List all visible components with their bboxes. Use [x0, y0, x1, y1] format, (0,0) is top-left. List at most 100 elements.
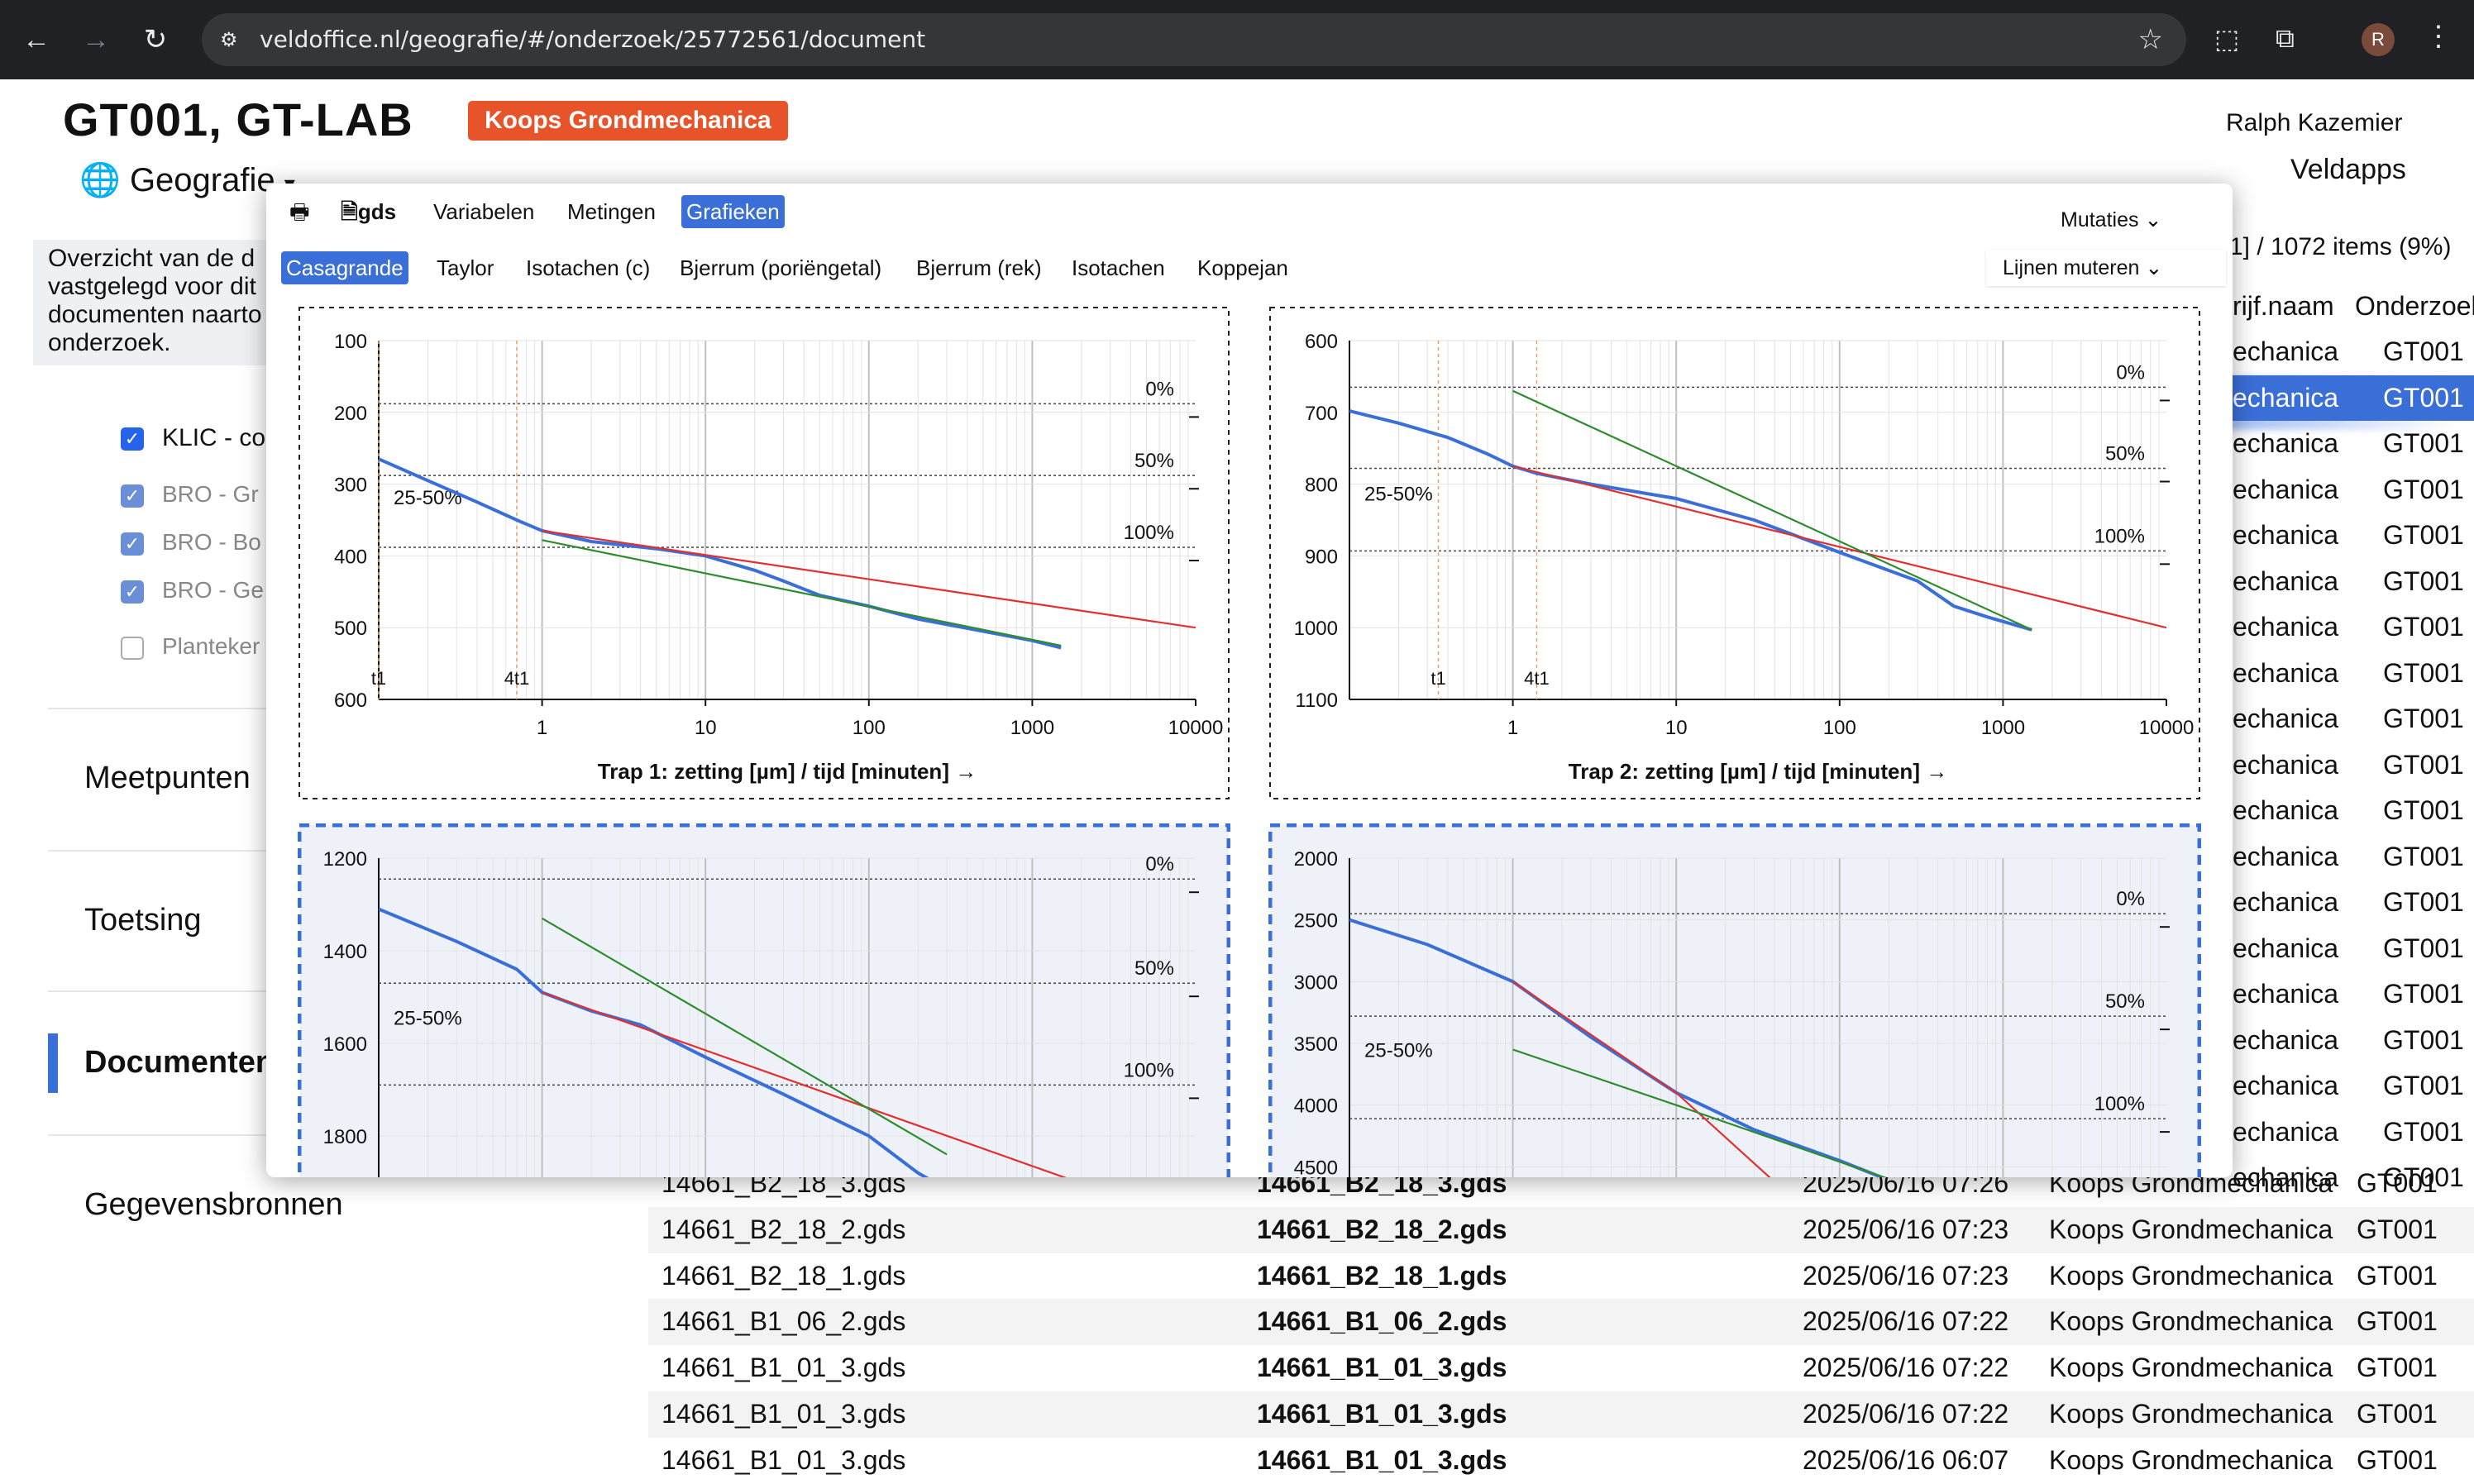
column-header-company[interactable]: rijf.naam — [2233, 291, 2334, 322]
onderzoek-cell: GT001 — [2383, 428, 2464, 458]
layer-label: BRO - Bo — [162, 529, 261, 555]
table-row[interactable]: echanica GT001 — [2233, 1063, 2474, 1109]
back-icon[interactable]: ← — [18, 21, 55, 58]
table-row[interactable]: 14661_B1_06_2.gds 14661_B1_06_2.gds 2025/0… — [648, 1299, 2474, 1346]
chart-trap-3[interactable]: 1200 1400 1600 1800 0% 50% 100% 25-50% — [297, 823, 1231, 1177]
table-row[interactable]: echanica GT001 — [2233, 329, 2474, 375]
tab-koppejan[interactable]: Koppejan — [1192, 251, 1293, 284]
range-label: 25-50% — [394, 1008, 462, 1030]
tab-variabelen[interactable]: Variabelen — [428, 195, 539, 228]
percent-label: 50% — [1134, 450, 1174, 472]
range-label: 25-50% — [1364, 484, 1433, 506]
company-cell: Koops Grondmechanica — [2049, 1214, 2333, 1244]
user-name[interactable]: Ralph Kazemier — [2226, 109, 2402, 137]
y-tick-label: 1200 — [323, 848, 367, 871]
mutaties-dropdown[interactable]: Mutaties ⌄ — [2044, 202, 2179, 238]
company-cell: echanica — [2233, 336, 2339, 366]
document-table: 14661_B2_18_3.gds 14661_B2_18_3.gds 2025/0… — [648, 1161, 2474, 1484]
modal-tabs: 🖶 🗎gds Variabelen Metingen Grafieken — [266, 195, 2233, 236]
table-row[interactable]: echanica GT001 — [2233, 742, 2474, 789]
tab-bjerrum-porie[interactable]: Bjerrum (poriëngetal) — [675, 251, 886, 284]
sidebar-item-meetpunten[interactable]: Meetpunten — [84, 761, 251, 796]
table-row[interactable]: 14661_B1_01_3.gds 14661_B1_01_3.gds 2025/0… — [648, 1438, 2474, 1484]
y-tick-label: 600 — [334, 690, 367, 712]
percent-label: 0% — [1145, 853, 1174, 876]
table-row[interactable]: echanica GT001 — [2233, 559, 2474, 605]
x-tick-label: 100 — [1823, 717, 1856, 739]
address-bar[interactable]: ⚙ veldoffice.nl/geografie/#/onderzoek/25… — [202, 13, 2186, 66]
table-row[interactable]: echanica GT001 — [2233, 375, 2474, 421]
print-icon[interactable]: 🖶 — [284, 195, 315, 228]
mutaties-label: Mutaties — [2061, 208, 2139, 231]
checkbox-checked-icon[interactable]: ✓ — [121, 484, 144, 508]
table-row[interactable]: echanica GT001 — [2233, 1109, 2474, 1156]
tab-isotachen[interactable]: Isotachen — [1067, 251, 1170, 284]
company-cell: echanica — [2233, 474, 2339, 504]
app-name[interactable]: Veldapps — [2290, 154, 2406, 186]
table-row[interactable]: echanica GT001 — [2233, 513, 2474, 559]
table-row[interactable]: 14661_B2_18_2.gds 14661_B2_18_2.gds 2025/0… — [648, 1206, 2474, 1253]
y-tick-label: 1400 — [323, 941, 367, 963]
layer-item[interactable]: ✓ BRO - Gr — [121, 476, 259, 513]
table-row[interactable]: 14661_B1_01_3.gds 14661_B1_01_3.gds 2025/0… — [648, 1391, 2474, 1438]
checkbox-unchecked-icon[interactable] — [121, 636, 144, 660]
table-row[interactable]: echanica GT001 — [2233, 834, 2474, 880]
site-info-icon[interactable]: ⚙ — [220, 28, 243, 51]
x-tick-label: 10 — [695, 717, 717, 739]
percent-label: 0% — [2116, 888, 2145, 910]
table-row[interactable]: 14661_B2_18_1.gds 14661_B2_18_1.gds 2025/0… — [648, 1253, 2474, 1300]
tab-grafieken[interactable]: Grafieken — [681, 195, 785, 228]
onderzoek-cell: GT001 — [2383, 887, 2464, 917]
chart-trap-4[interactable]: 2000 2500 3000 3500 4000 4500 0% 50% 100% 25-50% — [1268, 823, 2202, 1177]
file-cell: 14661_B1_01_3.gds — [661, 1398, 906, 1429]
table-row[interactable]: echanica GT001 — [2233, 696, 2474, 742]
table-row[interactable]: echanica GT001 — [2233, 604, 2474, 651]
url-text[interactable]: veldoffice.nl/geografie/#/onderzoek/2577… — [260, 13, 925, 66]
tab-bjerrum-rek[interactable]: Bjerrum (rek) — [911, 251, 1047, 284]
checkbox-checked-icon[interactable]: ✓ — [121, 427, 144, 451]
column-header-onderzoek[interactable]: Onderzoek — [2355, 291, 2474, 322]
sidebar-item-toetsing[interactable]: Toetsing — [84, 903, 202, 938]
table-row[interactable]: echanica GT001 — [2233, 467, 2474, 513]
tab-casagrande[interactable]: Casagrande — [281, 251, 408, 284]
x-tick-label: 100 — [853, 717, 886, 739]
layer-item[interactable]: ✓ BRO - Bo — [121, 524, 261, 561]
tab-gds[interactable]: 🗎gds — [336, 195, 401, 228]
profile-avatar[interactable]: R — [2362, 23, 2395, 56]
geografie-menu[interactable]: 🌐 Geografie ▾ — [79, 160, 295, 199]
company-cell: Koops Grondmechanica — [2049, 1260, 2333, 1291]
reload-icon[interactable]: ↻ — [137, 21, 174, 58]
marker-label: 4t1 — [1524, 668, 1550, 689]
tab-metingen[interactable]: Metingen — [562, 195, 661, 228]
extensions-icon[interactable]: ⧉ — [2276, 23, 2295, 55]
onderzoek-cell: GT001 — [2383, 565, 2464, 596]
lijnen-muteren-dropdown[interactable]: Lijnen muteren ⌄ — [1986, 250, 2226, 286]
checkbox-checked-icon[interactable]: ✓ — [121, 580, 144, 604]
sidebar-item-documenten[interactable]: Documenten — [84, 1045, 275, 1081]
layer-item[interactable]: ✓ BRO - Ge — [121, 572, 264, 608]
onderzoek-cell: GT001 — [2357, 1306, 2438, 1337]
table-row[interactable]: echanica GT001 — [2233, 1018, 2474, 1064]
table-row[interactable]: 14661_B1_01_3.gds 14661_B1_01_3.gds 2025/0… — [648, 1345, 2474, 1391]
layer-item[interactable]: Planteker — [121, 628, 260, 665]
y-tick-label: 1600 — [323, 1033, 367, 1056]
layer-item[interactable]: ✓ KLIC - co — [121, 420, 265, 456]
bookmark-star-icon[interactable]: ☆ — [2138, 13, 2163, 66]
table-row[interactable]: echanica GT001 — [2233, 421, 2474, 467]
percent-label: 100% — [2094, 1093, 2145, 1115]
company-cell: echanica — [2233, 1116, 2339, 1147]
tab-taylor[interactable]: Taylor — [432, 251, 499, 284]
table-row[interactable]: echanica GT001 — [2233, 788, 2474, 834]
table-row[interactable]: echanica GT001 — [2233, 880, 2474, 926]
percent-label: 50% — [2105, 990, 2145, 1013]
table-row[interactable]: echanica GT001 — [2233, 651, 2474, 697]
table-row[interactable]: echanica GT001 — [2233, 971, 2474, 1018]
checkbox-checked-icon[interactable]: ✓ — [121, 532, 144, 556]
screen-capture-icon[interactable]: ⬚ — [2214, 23, 2239, 55]
name-cell: 14661_B2_18_1.gds — [1257, 1260, 1507, 1291]
browser-menu-icon[interactable]: ⋮ — [2424, 20, 2453, 53]
table-row[interactable]: echanica GT001 — [2233, 926, 2474, 972]
tab-isotachen-c[interactable]: Isotachen (c) — [521, 251, 655, 284]
sidebar-item-gegevensbronnen[interactable]: Gegevensbronnen — [84, 1187, 343, 1223]
forward-icon[interactable]: → — [78, 21, 114, 58]
